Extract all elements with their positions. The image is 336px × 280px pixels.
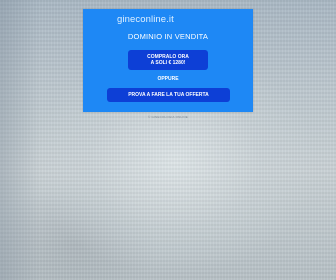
background-vignette [0,0,40,280]
sale-heading: DOMINIO IN VENDITA [127,32,209,41]
buy-now-price: A SOLI € 1280! [150,60,186,66]
make-offer-button[interactable]: PROVA A FARE LA TUA OFFERTA [107,88,230,102]
buy-now-button[interactable]: COMPRALO ORA A SOLI € 1280! [128,50,208,70]
footnote-link[interactable]: © GINECOLOGIA ONLINE [0,115,336,119]
or-separator: OPPURE [157,76,179,82]
domain-name: gineconline.it [117,14,174,25]
